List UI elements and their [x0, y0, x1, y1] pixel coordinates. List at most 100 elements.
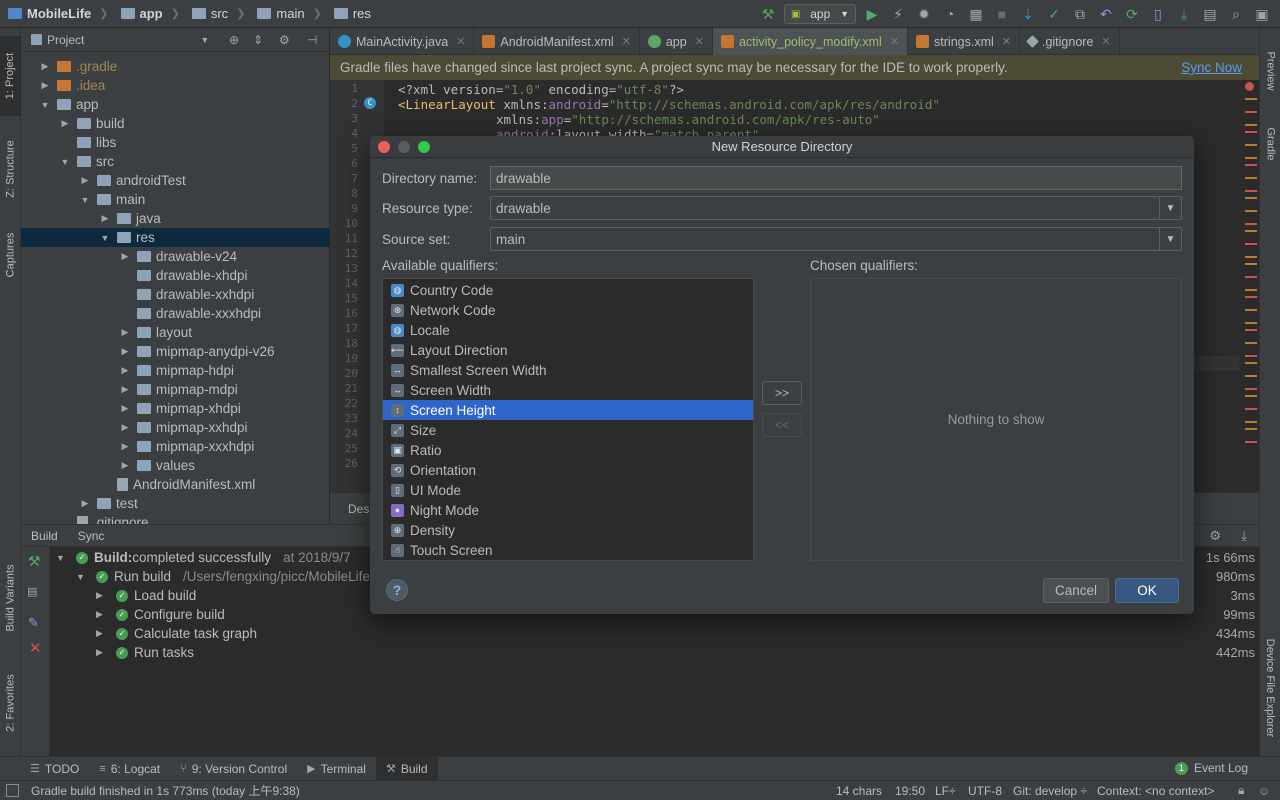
editor-tab[interactable]: strings.xml ✕ [908, 28, 1020, 55]
chevron-right-icon[interactable]: ▶ [99, 213, 111, 224]
chevron-down-icon[interactable]: ▼ [59, 157, 71, 167]
inspector-icon[interactable]: ☺ [1258, 784, 1270, 798]
status-encoding[interactable]: UTF-8 [968, 784, 1002, 798]
status-line-separator[interactable]: LF÷ [935, 784, 956, 798]
tree-item[interactable]: ▶ test [21, 494, 330, 513]
tool-tab[interactable]: ☰ TODO [20, 757, 89, 781]
warning-marker[interactable] [1245, 256, 1257, 258]
chevron-down-icon[interactable]: ▼ [200, 35, 209, 45]
warning-marker[interactable] [1245, 375, 1257, 377]
chevron-down-icon[interactable]: ▼ [39, 100, 51, 110]
project-view-select[interactable]: Project [47, 33, 84, 47]
chevron-right-icon[interactable]: ▶ [119, 384, 131, 395]
apply-changes-icon[interactable]: ⚡ [888, 4, 908, 24]
tree-item[interactable]: ▶ mipmap-xhdpi [21, 399, 330, 418]
breadcrumb-res[interactable]: res [326, 0, 375, 28]
tree-item[interactable]: ▶ androidTest [21, 171, 330, 190]
editor-tab[interactable]: AndroidManifest.xml ✕ [474, 28, 640, 55]
warning-marker[interactable] [1245, 355, 1257, 357]
qualifier-item[interactable]: ⊕ Density [383, 520, 753, 540]
close-icon[interactable]: ✕ [29, 639, 42, 657]
build-tree-row[interactable]: ▶ ✓ Load build [96, 586, 196, 605]
qualifier-item[interactable]: ⊛ Network Code [383, 300, 753, 320]
tool-tab[interactable]: ≡ 6: Logcat [89, 757, 170, 781]
warning-marker[interactable] [1245, 98, 1257, 100]
search-everywhere-icon[interactable]: ⌕ [1226, 4, 1246, 24]
tab-sync[interactable]: Sync [68, 525, 115, 547]
qualifier-item[interactable]: ▣ Ratio [383, 440, 753, 460]
warning-marker[interactable] [1245, 210, 1257, 212]
rebuild-hammer-icon[interactable]: ⚒ [28, 553, 41, 570]
warning-marker[interactable] [1245, 322, 1257, 324]
debug-icon[interactable]: ✹ [914, 4, 934, 24]
run-icon[interactable]: ▶ [862, 4, 882, 24]
qualifier-item[interactable]: ◍ Country Code [383, 280, 753, 300]
settings-icon[interactable]: ▣ [1252, 4, 1272, 24]
warning-marker[interactable] [1245, 230, 1257, 232]
breadcrumb-app[interactable]: app ❯ [113, 0, 184, 28]
source-set-select[interactable]: main ▼ [490, 227, 1182, 251]
resource-type-select[interactable]: drawable ▼ [490, 196, 1182, 220]
chevron-right-icon[interactable]: ▶ [59, 118, 71, 129]
editor-tab[interactable]: activity_policy_modify.xml ✕ [712, 28, 909, 55]
tool-tab-project[interactable]: 1: Project [0, 36, 21, 116]
chosen-qualifiers-list[interactable]: Nothing to show [810, 278, 1182, 561]
tree-item[interactable]: ▶ drawable-v24 [21, 247, 330, 266]
profile-icon[interactable]: ◔ [940, 4, 960, 24]
tree-item[interactable]: ▼ main [21, 190, 330, 209]
vcs-update-icon[interactable]: ⇣ [1018, 4, 1038, 24]
tree-item[interactable]: ▶ mipmap-xxhdpi [21, 418, 330, 437]
tool-tab-device-file-explorer[interactable]: Device File Explorer [1260, 628, 1280, 748]
qualifier-item[interactable]: ↔ Screen Width [383, 380, 753, 400]
project-structure-icon[interactable]: ▤ [1200, 4, 1220, 24]
warning-marker[interactable] [1245, 362, 1257, 364]
breadcrumb-src[interactable]: src ❯ [184, 0, 250, 28]
hide-panel-icon[interactable]: ⊣ [307, 33, 317, 47]
warning-marker[interactable] [1245, 276, 1257, 278]
warning-marker[interactable] [1245, 190, 1257, 192]
tree-item[interactable]: ▶ .idea [21, 76, 330, 95]
warning-marker[interactable] [1245, 263, 1257, 265]
chevron-right-icon[interactable]: ▶ [119, 327, 131, 338]
gradle-sync-icon[interactable]: ⟳ [1122, 4, 1142, 24]
warning-marker[interactable] [1245, 441, 1257, 443]
cancel-button[interactable]: Cancel [1043, 578, 1109, 603]
vcs-compare-icon[interactable]: ⧉ [1070, 4, 1090, 24]
qualifier-item[interactable]: ⤢ Size [383, 420, 753, 440]
tool-tab[interactable]: ▶ Terminal [297, 757, 376, 781]
help-button[interactable]: ? [386, 579, 408, 601]
chevron-right-icon[interactable]: ▶ [96, 628, 110, 639]
tree-item[interactable]: ▼ app [21, 95, 330, 114]
warning-marker[interactable] [1245, 144, 1257, 146]
close-tab-icon[interactable]: ✕ [890, 35, 899, 48]
warning-marker[interactable] [1245, 388, 1257, 390]
lock-icon[interactable]: 🔒︎ [1238, 783, 1244, 798]
chevron-right-icon[interactable]: ▶ [79, 498, 91, 509]
event-log-button[interactable]: 1 Event Log [1174, 761, 1248, 775]
build-tree-row[interactable]: ▶ ✓ Run tasks [96, 643, 194, 662]
collapse-all-icon[interactable]: ⇕ [253, 33, 263, 47]
chevron-down-icon[interactable]: ▼ [1159, 228, 1181, 250]
close-window-icon[interactable] [378, 141, 390, 153]
tool-tab-structure[interactable]: Z: Structure [0, 124, 21, 214]
tool-tab-favorites[interactable]: 2: Favorites [0, 658, 21, 748]
warning-marker[interactable] [1245, 309, 1257, 311]
tree-item[interactable]: ▶ java [21, 209, 330, 228]
tree-item[interactable]: ▶ mipmap-hdpi [21, 361, 330, 380]
vcs-commit-icon[interactable]: ✓ [1044, 4, 1064, 24]
class-gutter-icon[interactable]: C [364, 97, 376, 109]
remove-qualifier-button[interactable]: << [762, 413, 802, 437]
add-qualifier-button[interactable]: >> [762, 381, 802, 405]
sync-now-link[interactable]: Sync Now [1181, 60, 1242, 75]
tool-tab-captures[interactable]: Captures [0, 220, 21, 290]
warning-marker[interactable] [1245, 177, 1257, 179]
warning-marker[interactable] [1245, 164, 1257, 166]
editor-tab[interactable]: .gitignore ✕ [1020, 28, 1120, 55]
warning-marker[interactable] [1245, 131, 1257, 133]
close-tab-icon[interactable]: ✕ [695, 35, 704, 48]
tab-build[interactable]: Build [21, 525, 68, 547]
run-configuration-select[interactable]: ▣ app ▼ [784, 4, 856, 24]
chevron-down-icon[interactable]: ▼ [79, 195, 91, 205]
make-project-hammer-icon[interactable]: ⚒ [758, 4, 778, 24]
tree-item[interactable]: drawable-xhdpi [21, 266, 330, 285]
